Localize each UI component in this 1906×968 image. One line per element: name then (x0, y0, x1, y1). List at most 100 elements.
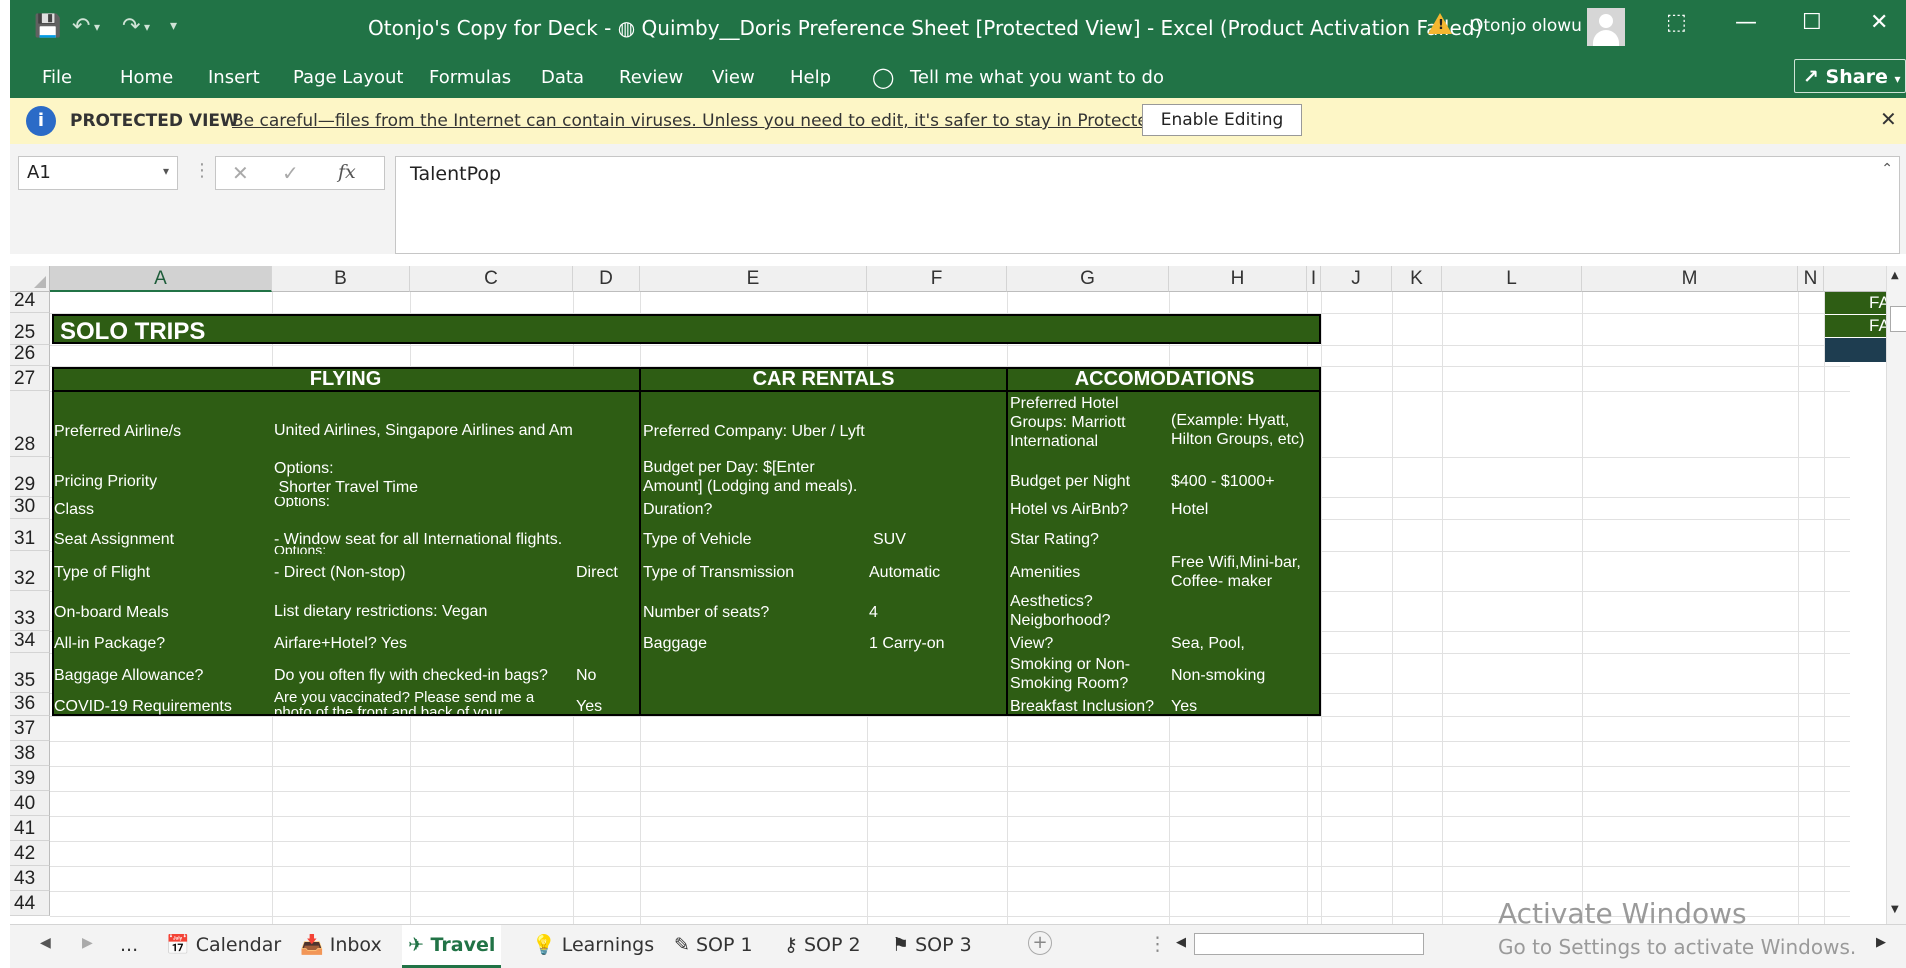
next-sheet-icon[interactable]: ▶ (82, 935, 93, 951)
column-header-d[interactable]: D (573, 266, 640, 292)
row-header-25[interactable]: 25 (10, 313, 50, 345)
flying-extra[interactable]: No (576, 666, 638, 685)
flying-label[interactable]: COVID-19 Requirements (54, 697, 270, 716)
column-header-k[interactable]: K (1392, 266, 1442, 292)
flying-value[interactable]: Do you often fly with checked-in bags? (274, 666, 569, 685)
accom-label[interactable]: Preferred Hotel Groups: Marriott Interna… (1010, 394, 1160, 456)
accom-label[interactable]: Smoking or Non-Smoking Room? (1010, 655, 1166, 693)
car-label[interactable]: Preferred Company: Uber / Lyft (643, 422, 1003, 441)
maximize-icon[interactable]: ☐ (1802, 10, 1822, 35)
accom-label[interactable]: Star Rating? (1010, 530, 1166, 549)
undo-dropdown-icon[interactable]: ▾ (94, 20, 100, 34)
car-value[interactable]: 4 (869, 603, 1003, 622)
accom-label[interactable]: Hotel vs AirBnb? (1010, 500, 1166, 519)
customize-qat-icon[interactable]: ▾ (170, 18, 177, 34)
select-all-corner[interactable] (10, 266, 50, 292)
flying-label[interactable]: All-in Package? (54, 634, 270, 653)
scroll-left-icon[interactable]: ◀ (1176, 935, 1186, 950)
car-label[interactable]: Budget per Day: $[Enter Amount] (Lodging… (643, 458, 865, 496)
tell-me-search[interactable]: Tell me what you want to do (910, 67, 1164, 88)
accom-label[interactable]: View? (1010, 634, 1166, 653)
flying-value[interactable]: - Direct (Non-stop) (274, 563, 569, 582)
cancel-icon[interactable]: ✕ (232, 161, 249, 185)
sheet-tab-inbox[interactable]: 📥 Inbox (294, 925, 388, 965)
row-header-43[interactable]: 43 (10, 866, 50, 891)
flying-value[interactable]: List dietary restrictions: Vegan (274, 602, 637, 621)
share-button[interactable]: ↗ Share ▾ (1794, 59, 1906, 93)
scroll-up-icon[interactable]: ▲ (1891, 270, 1899, 281)
column-header-g[interactable]: G (1007, 266, 1169, 292)
row-header-33[interactable]: 33 (10, 591, 50, 631)
accom-value[interactable]: Non-smoking (1171, 666, 1319, 685)
column-header-n[interactable]: N (1798, 266, 1824, 292)
flying-label[interactable]: Type of Flight (54, 563, 270, 582)
sheet-tab-sop-3[interactable]: ⚑ SOP 3 (886, 925, 978, 965)
row-header-40[interactable]: 40 (10, 791, 50, 816)
car-label[interactable]: Duration? (643, 500, 865, 519)
row-header-42[interactable]: 42 (10, 841, 50, 866)
car-label[interactable]: Baggage (643, 634, 865, 653)
insert-function-icon[interactable]: fx (338, 161, 356, 183)
row-header-37[interactable]: 37 (10, 716, 50, 741)
row-header-31[interactable]: 31 (10, 519, 50, 551)
tab-data[interactable]: Data (541, 67, 584, 88)
avatar[interactable] (1587, 8, 1625, 46)
sheet-tab-learnings[interactable]: 💡 Learnings (526, 925, 660, 965)
row-header-24[interactable]: 24 (10, 290, 50, 313)
more-sheets-button[interactable]: ... (114, 925, 144, 965)
clipped-cell[interactable]: FA (1825, 315, 1886, 337)
flying-value[interactable]: Airfare+Hotel? Yes (274, 634, 637, 653)
tab-review[interactable]: Review (619, 67, 683, 88)
column-header-l[interactable]: L (1442, 266, 1582, 292)
row-header-44[interactable]: 44 (10, 891, 50, 916)
flying-value[interactable]: Are you vaccinated? Please send me a pho… (274, 690, 569, 714)
formula-input[interactable]: TalentPop ⌃ (395, 156, 1900, 254)
row-header-27[interactable]: 27 (10, 366, 50, 391)
minimize-icon[interactable]: — (1735, 10, 1757, 35)
user-name[interactable]: Otonjo olowu (1470, 16, 1582, 36)
add-sheet-icon[interactable]: + (1028, 931, 1052, 955)
accom-label[interactable]: Amenities (1010, 563, 1166, 582)
car-value[interactable]: Automatic (869, 563, 1003, 582)
protected-view-message[interactable]: Be careful—files from the Internet can c… (232, 111, 1208, 131)
car-value[interactable]: SUV (873, 530, 1003, 549)
column-header-h[interactable]: H (1169, 266, 1307, 292)
car-label[interactable]: Type of Transmission (643, 563, 865, 582)
row-header-26[interactable]: 26 (10, 343, 50, 366)
redo-dropdown-icon[interactable]: ▾ (144, 20, 150, 34)
accom-value[interactable]: (Example: Hyatt, Hilton Groups, etc) (1171, 411, 1319, 451)
car-label[interactable]: Type of Vehicle (643, 530, 865, 549)
row-header-35[interactable]: 35 (10, 653, 50, 693)
accom-value[interactable]: Hotel (1171, 500, 1319, 519)
flying-extra[interactable]: Direct (576, 563, 638, 582)
column-header-m[interactable]: M (1582, 266, 1798, 292)
column-header-i[interactable]: I (1307, 266, 1321, 292)
flying-header[interactable]: FLYING (52, 368, 639, 390)
column-header-c[interactable]: C (410, 266, 573, 292)
tab-splitter-icon[interactable]: ⋮ (1148, 933, 1167, 955)
redo-icon[interactable]: ↷ (122, 14, 140, 39)
scroll-right-icon[interactable]: ▶ (1876, 935, 1886, 950)
sheet-tab-travel[interactable]: ✈ Travel (402, 925, 502, 968)
accom-label[interactable]: Breakfast Inclusion? (1010, 697, 1166, 716)
flying-label[interactable]: Baggage Allowance? (54, 666, 270, 685)
tab-page-layout[interactable]: Page Layout (293, 67, 404, 88)
column-header-j[interactable]: J (1321, 266, 1392, 292)
save-icon[interactable]: 💾 (34, 14, 61, 39)
row-header-34[interactable]: 34 (10, 630, 50, 653)
horizontal-scrollbar-thumb[interactable] (1194, 933, 1424, 955)
row-header-38[interactable]: 38 (10, 741, 50, 766)
ribbon-display-icon[interactable]: ⬚ (1666, 10, 1687, 35)
row-header-36[interactable]: 36 (10, 693, 50, 716)
sheet-tab-sop-1[interactable]: ✎ SOP 1 (668, 925, 759, 965)
accom-label[interactable]: Aesthetics? Neigborhood? (1010, 592, 1166, 632)
collapse-formula-icon[interactable]: ⌃ (1881, 161, 1893, 177)
tab-insert[interactable]: Insert (208, 67, 260, 88)
column-header-a[interactable]: A (50, 266, 272, 292)
accomodations-header[interactable]: ACCOMODATIONS (1008, 368, 1321, 390)
column-header-f[interactable]: F (867, 266, 1007, 292)
accom-value[interactable]: Yes (1171, 697, 1319, 716)
flying-label[interactable]: On-board Meals (54, 603, 270, 622)
tab-formulas[interactable]: Formulas (429, 67, 511, 88)
row-header-30[interactable]: 30 (10, 496, 50, 519)
